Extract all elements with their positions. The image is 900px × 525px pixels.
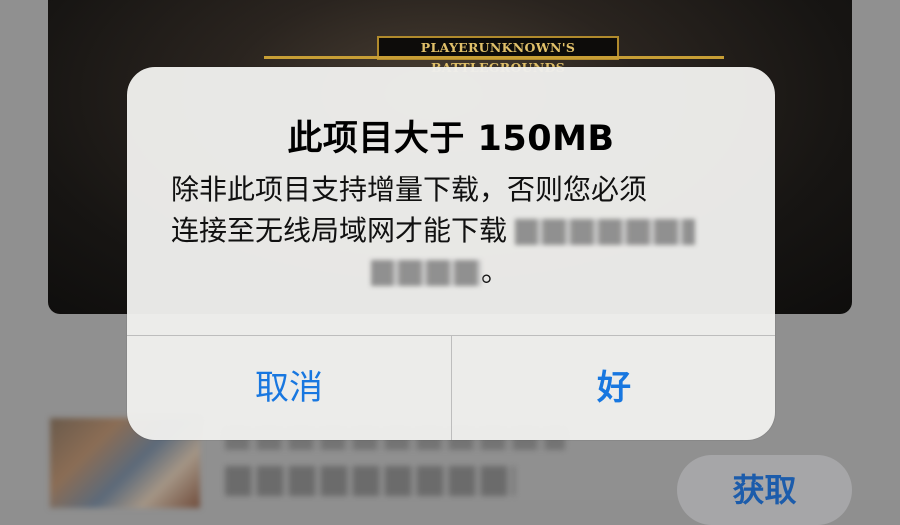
redacted-app-name [515,219,696,245]
alert-message-end: 。 [481,255,510,288]
alert-message-line-3-wrap: 。 [171,251,739,292]
alert-message-line-2: 连接至无线局域网才能下载 [171,214,508,247]
alert-message: 除非此项目支持增量下载，否则您必须 连接至无线局域网才能下载 。 [171,169,739,292]
cancel-button[interactable]: 取消 [127,336,451,440]
alert-title: 此项目大于 150MB [287,119,615,159]
ok-button[interactable]: 好 [452,336,775,440]
alert-body: 此项目大于 150MB 除非此项目支持增量下载，否则您必须 连接至无线局域网才能… [127,67,775,335]
size-warning-alert: 此项目大于 150MB 除非此项目支持增量下载，否则您必须 连接至无线局域网才能… [127,67,775,440]
alert-message-line-1: 除非此项目支持增量下载，否则您必须 [171,173,648,206]
redacted-app-name-continued [371,260,481,286]
alert-message-line-2-wrap: 连接至无线局域网才能下载 [171,210,739,251]
